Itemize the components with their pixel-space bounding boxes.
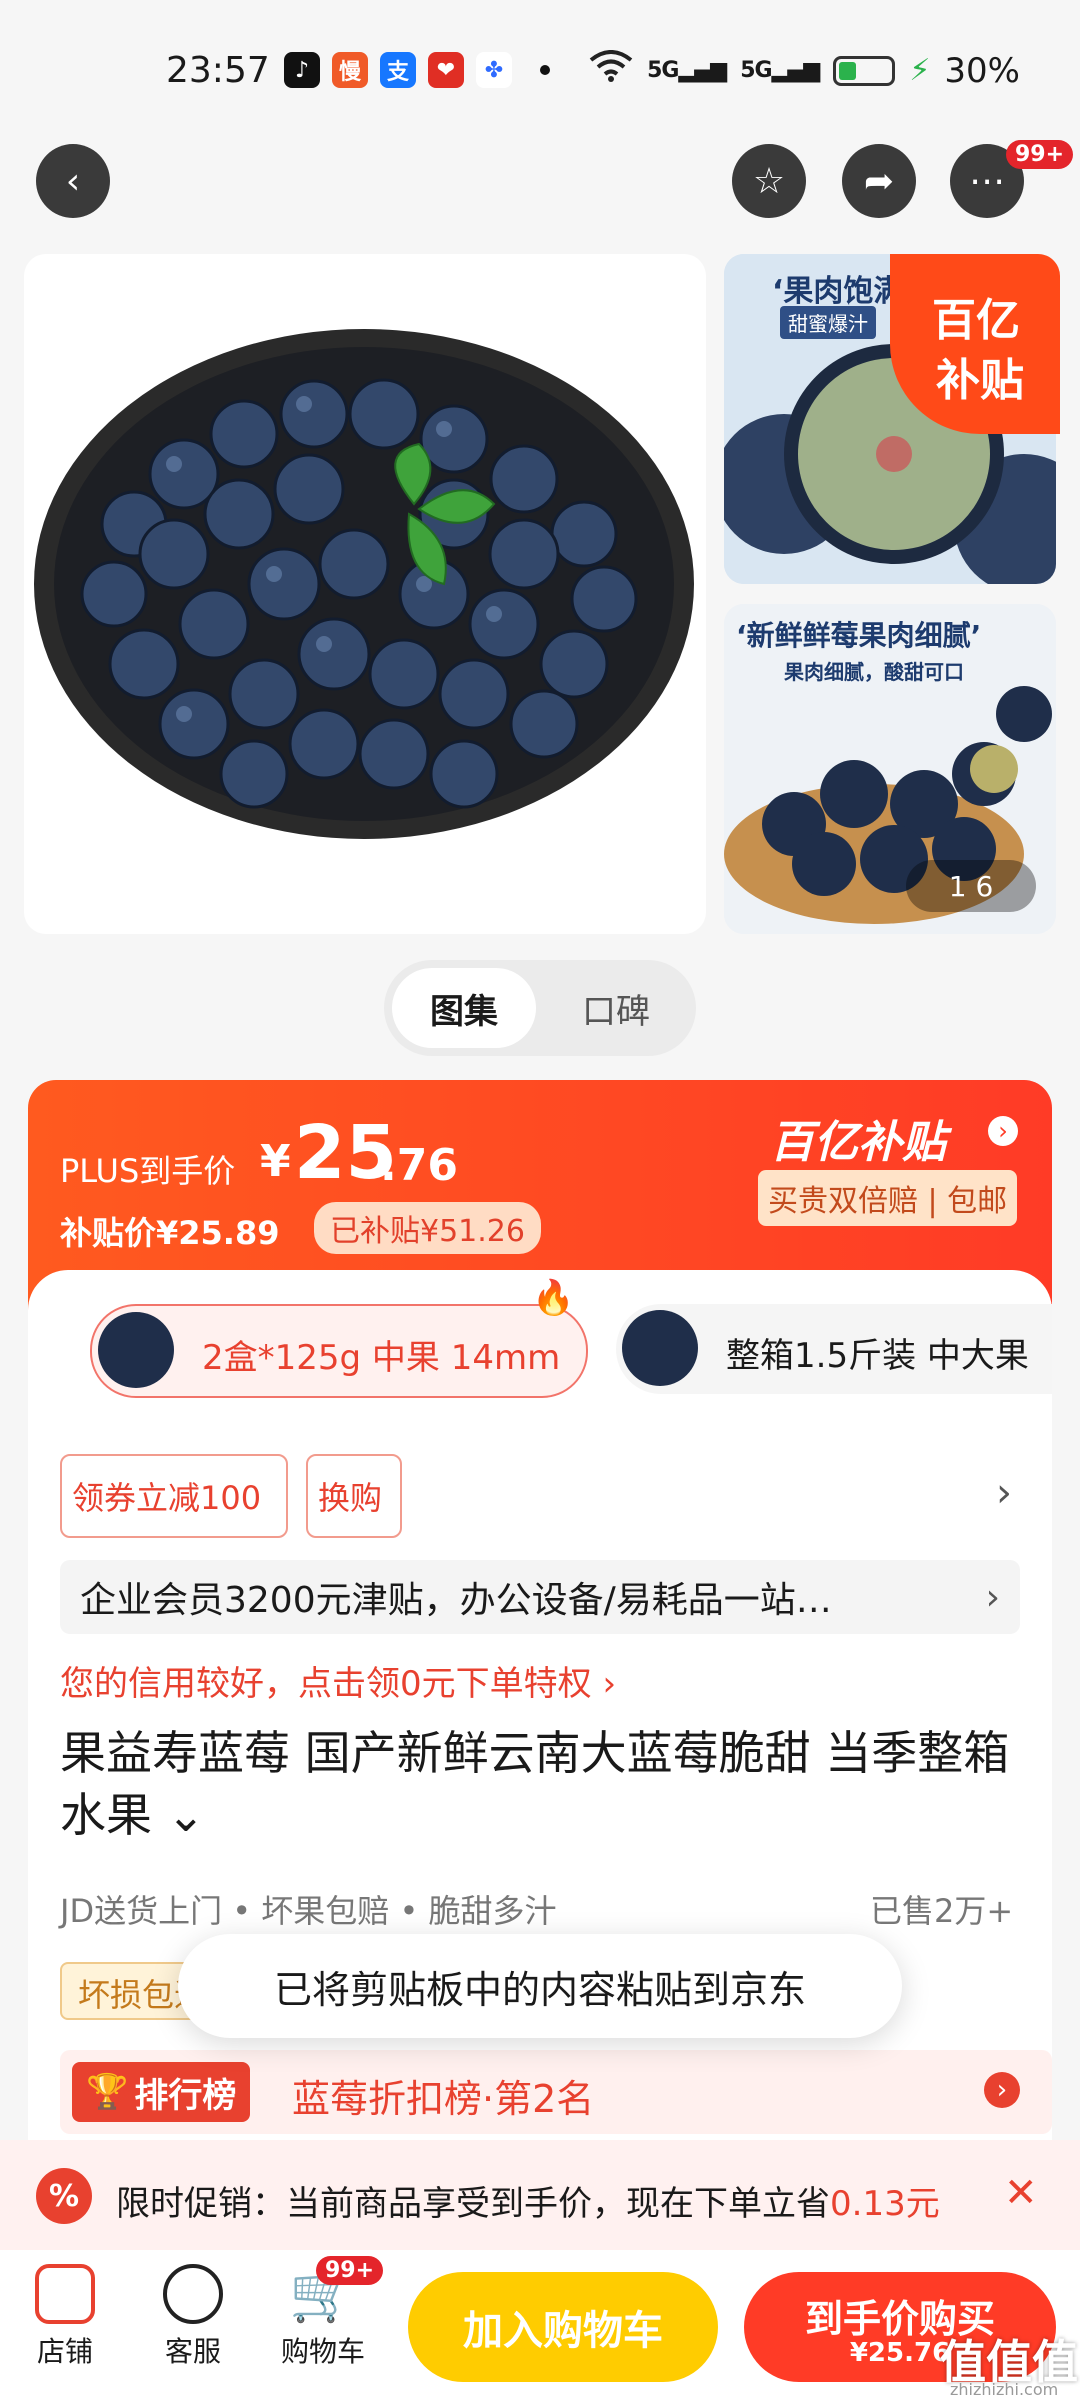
credit-link[interactable]: 您的信用较好，点击领0元下单特权 › (60, 1656, 616, 1705)
more-icon: ⋯ (969, 160, 1005, 202)
share-icon: ➦ (863, 160, 895, 202)
baidu-icon: ✤ (476, 52, 512, 88)
share-button[interactable]: ➦ (842, 144, 916, 218)
trophy-icon: 🏆 (86, 2072, 129, 2112)
add-to-cart-button[interactable]: 加入购物车 (408, 2272, 718, 2382)
product-title[interactable]: 果益寿蓝莓 国产新鲜云南大蓝莓脆甜 当季整箱水果 ⌄ (60, 1722, 1020, 1846)
star-icon: ☆ (752, 160, 786, 202)
status-time: 23:57 (166, 50, 270, 91)
currency: ¥ (260, 1136, 291, 1187)
sold-count: 已售2万+ (870, 1892, 1014, 1930)
alipay-icon: 支 (380, 52, 416, 88)
store-button[interactable]: 店铺 (10, 2264, 120, 2370)
status-app-icons: ♪ 慢 支 ❤ ✤ (284, 52, 550, 88)
hot-flame-icon: 🔥 (532, 1278, 575, 1318)
gallery-tabs: 图集 口碑 (384, 960, 696, 1056)
promo-banner: % 限时促销：当前商品享受到手价，现在下单立省0.13元 ✕ (0, 2140, 1080, 2250)
spec-option[interactable]: 整箱1.5斤装 中大果 (616, 1304, 1052, 1394)
chevron-right-icon[interactable]: › (996, 1470, 1012, 1516)
blueberry-bowl-image (34, 329, 694, 839)
rank-text: 蓝莓折扣榜·第2名 (292, 2077, 595, 2121)
enterprise-banner[interactable]: 企业会员3200元津贴，办公设备/易耗品一站… › (60, 1560, 1020, 1634)
status-bar: 23:57 ♪ 慢 支 ❤ ✤ 5G▂▄▆ 5G▂▄▆ ⚡ 30% (0, 0, 1080, 140)
spec-thumbnail (98, 1312, 174, 1388)
brand-tags: 买贵双倍赔 | 包邮 (758, 1170, 1018, 1226)
tab-gallery[interactable]: 图集 (392, 968, 536, 1048)
tab-reviews[interactable]: 口碑 (544, 968, 688, 1048)
cart-badge: 99+ (316, 2256, 384, 2285)
percent-icon: % (36, 2168, 92, 2224)
already-subsidized: 已补贴¥51.26 (314, 1202, 541, 1254)
subsidy-price: 补贴价¥25.89 (60, 1214, 280, 1252)
subsidy-brand[interactable]: 百亿补贴 (770, 1106, 946, 1170)
watermark-sub: zhizhizhi.com (950, 2380, 1059, 2399)
bottom-action-bar: 店铺 客服 🛒 购物车 99+ 加入购物车 到手价购买 ¥25.76 值值值 z… (0, 2250, 1080, 2400)
charging-icon: ⚡ (909, 53, 931, 88)
status-right: 5G▂▄▆ 5G▂▄▆ ⚡ 30% (589, 50, 1020, 91)
mantou-icon: 慢 (332, 52, 368, 88)
service-button[interactable]: 客服 (138, 2264, 248, 2370)
price-dec: .76 (380, 1140, 458, 1191)
exchange-chip[interactable]: 换购 (306, 1454, 402, 1538)
thumb1-caption: ‘果肉饱满 (772, 274, 904, 309)
rank-badge: 🏆 排行榜 (72, 2062, 251, 2122)
service-tags: JD送货上门 • 坏果包赔 • 脆甜多汁 (60, 1892, 557, 1930)
signal-icon: 5G▂▄▆ (647, 58, 727, 83)
main-product-image[interactable] (24, 254, 706, 934)
chevron-right-icon: › (984, 2072, 1020, 2108)
gallery-thumb-2[interactable]: ‘新鲜鲜莓果肉细腻’ 果肉细腻，酸甜可口 1 6 (724, 604, 1056, 934)
wifi-icon (589, 50, 633, 91)
promo-text: 限时促销：当前商品享受到手价，现在下单立省0.13元 (116, 2184, 940, 2224)
thumb2-caption: ‘新鲜鲜莓果肉细腻’ (736, 619, 982, 652)
coupon-chip[interactable]: 领券立减100 (60, 1454, 288, 1538)
thumb2-sub: 果肉细腻，酸甜可口 (784, 660, 964, 684)
chevron-right-icon: › (985, 1576, 1000, 1618)
notification-dot-icon (540, 65, 550, 75)
signal-icon-2: 5G▂▄▆ (740, 58, 820, 83)
clipboard-toast: 已将剪贴板中的内容粘贴到京东 (178, 1934, 902, 2038)
favorite-button[interactable]: ☆ (732, 144, 806, 218)
subsidy-badge: 百亿 补贴 (890, 254, 1060, 434)
spec-thumbnail-2 (622, 1310, 698, 1386)
battery-percent: 30% (944, 50, 1020, 91)
back-button[interactable]: ‹ (36, 144, 110, 218)
close-icon[interactable]: ✕ (1004, 2170, 1038, 2216)
spec-option-selected[interactable]: 2盒*125g 中果 14mm (90, 1304, 588, 1398)
plus-label: PLUS到手价 (60, 1152, 236, 1190)
douyin-icon: ♪ (284, 52, 320, 88)
store-icon (35, 2264, 95, 2324)
chevron-right-icon[interactable]: › (988, 1116, 1018, 1146)
pinduoduo-icon: ❤ (428, 52, 464, 88)
rank-banner[interactable]: 🏆 排行榜 蓝莓折扣榜·第2名 › (60, 2050, 1052, 2134)
page-indicator: 1 6 (906, 860, 1036, 912)
more-badge: 99+ (1006, 140, 1074, 169)
thumb1-sub: 甜蜜爆汁 (780, 306, 876, 339)
chevron-left-icon: ‹ (65, 160, 81, 202)
battery-icon (833, 55, 896, 86)
chat-icon (163, 2264, 223, 2324)
